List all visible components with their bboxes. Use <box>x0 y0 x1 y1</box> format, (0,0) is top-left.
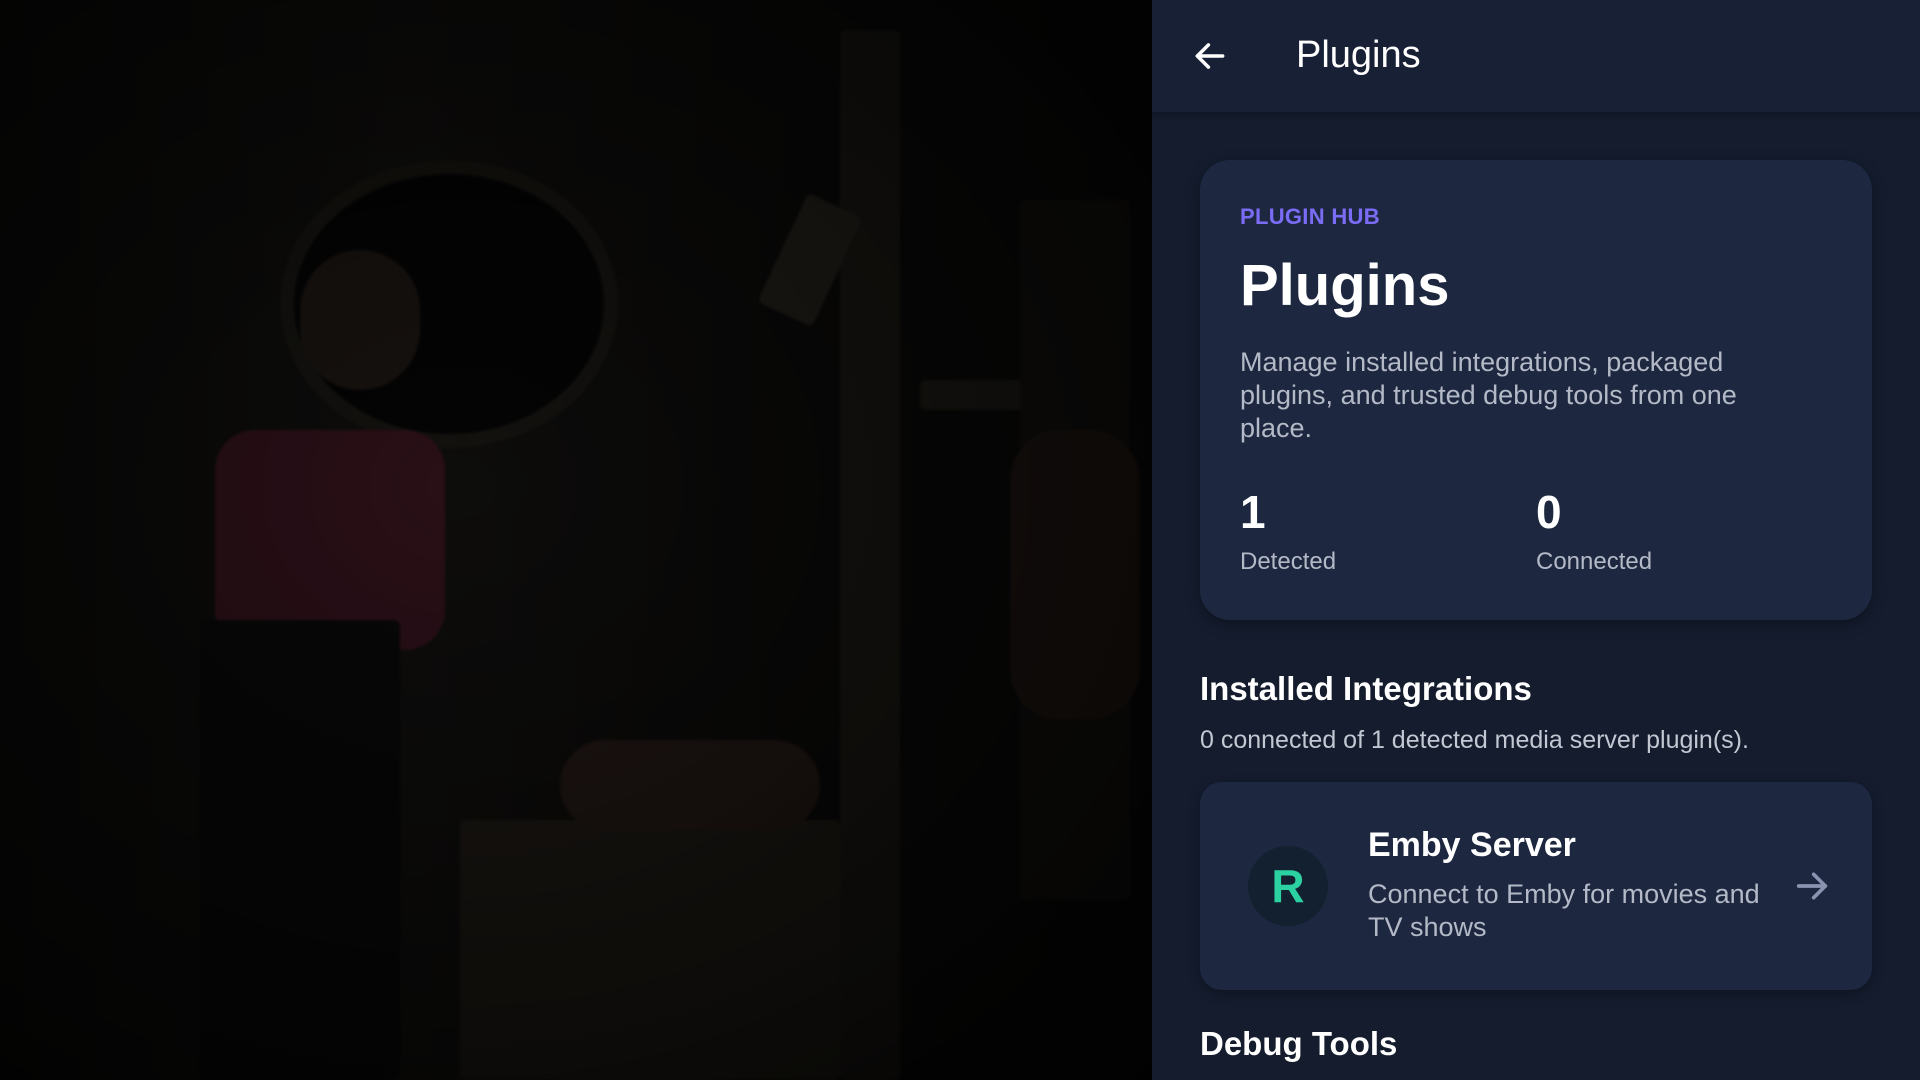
stat-detected-label: Detected <box>1240 548 1337 575</box>
hub-description: Manage installed integrations, packaged … <box>1240 347 1737 443</box>
stat-connected-label: Connected <box>1536 548 1653 575</box>
plugin-card-emby-server[interactable]: R Emby Server Connect to Emby for movies… <box>1200 782 1872 990</box>
video-dim-overlay <box>0 0 1152 1080</box>
video-backdrop <box>0 0 1152 1080</box>
plugin-name: Emby Server <box>1368 826 1576 864</box>
header-title: Plugins <box>1296 34 1421 76</box>
stat-detected-value: 1 <box>1240 486 1266 538</box>
installed-integrations-title: Installed Integrations <box>1200 670 1532 707</box>
player-screen: Plugins PLUGIN HUB Plugins Manage instal… <box>0 0 1920 1080</box>
back-button[interactable] <box>1184 30 1236 82</box>
stat-detected: 1 Detected <box>1240 486 1336 576</box>
plugins-panel: Plugins PLUGIN HUB Plugins Manage instal… <box>1152 0 1920 1080</box>
hub-eyebrow: PLUGIN HUB <box>1240 204 1380 229</box>
stat-connected: 0 Connected <box>1536 486 1652 576</box>
panel-header: Plugins <box>1152 0 1920 113</box>
hub-title: Plugins <box>1240 253 1450 318</box>
debug-tools-title: Debug Tools <box>1200 1025 1398 1062</box>
installed-integrations-subtitle: 0 connected of 1 detected media server p… <box>1200 726 1749 754</box>
stat-connected-value: 0 <box>1536 486 1562 538</box>
plugin-hub-card: PLUGIN HUB Plugins Manage installed inte… <box>1200 160 1872 620</box>
arrow-right-icon <box>1792 866 1832 906</box>
plugin-description: Connect to Emby for movies and TV shows <box>1368 879 1760 942</box>
plugin-avatar: R <box>1248 846 1328 926</box>
arrow-left-icon <box>1195 43 1225 69</box>
